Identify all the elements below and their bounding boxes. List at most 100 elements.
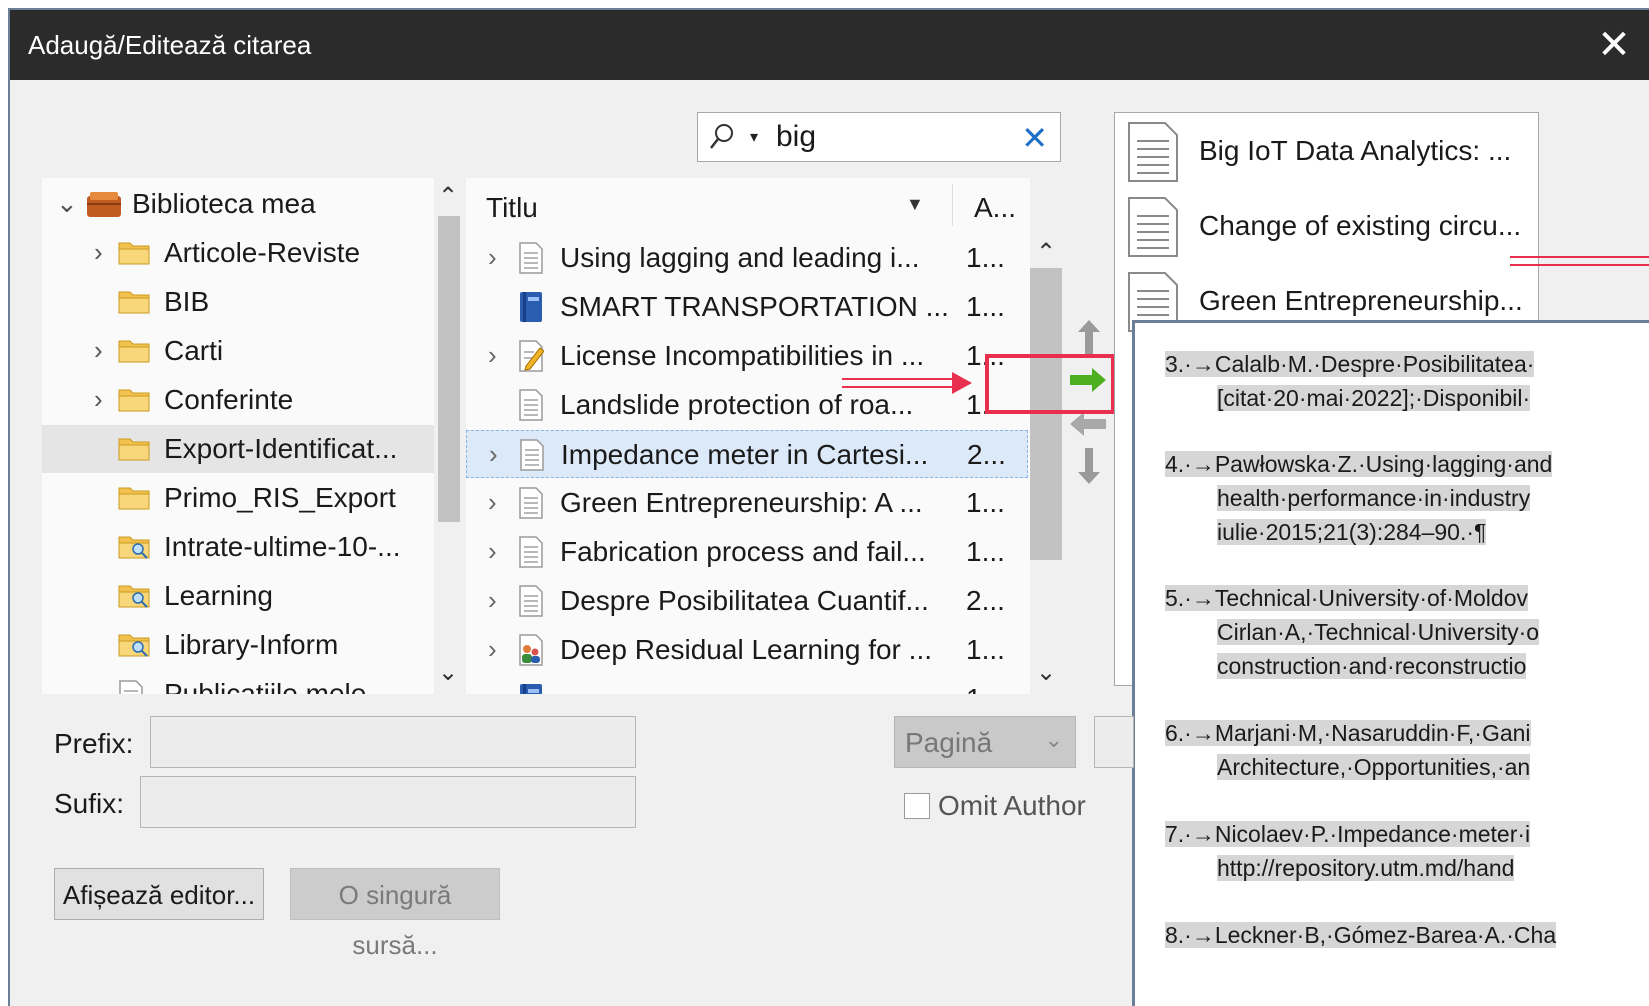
page-type-select[interactable]: Pagină ⌄ xyxy=(894,716,1076,768)
tree-item-label: Primo_RIS_Export xyxy=(164,482,396,513)
scroll-down-icon[interactable]: ⌄ xyxy=(1036,658,1056,687)
reference-line: [citat·20·mai·2022];·Disponibil· xyxy=(1165,381,1649,415)
clear-search-icon[interactable]: ✕ xyxy=(1021,119,1048,157)
list-item[interactable]: › 1... xyxy=(466,675,1028,694)
tree-item[interactable]: › Articole-Reviste xyxy=(42,229,434,277)
folder-icon xyxy=(118,239,150,265)
list-item-author: 1... xyxy=(966,536,1005,567)
document-icon xyxy=(118,680,150,694)
folder-icon xyxy=(118,386,150,412)
selected-citation-title: Change of existing circu... xyxy=(1199,210,1522,241)
list-item[interactable]: › Green Entrepreneurship: A ... 1... xyxy=(466,479,1028,527)
list-item[interactable]: › Fabrication process and fail... 1... xyxy=(466,528,1028,576)
tree-item[interactable]: ⌄ Biblioteca mea xyxy=(42,180,434,228)
list-item[interactable]: › Impedance meter in Cartesi... 2... xyxy=(466,430,1028,478)
reference-text: 6.·→Marjani·M,·Nasaruddin·F,·Gani xyxy=(1165,720,1531,746)
scroll-up-icon[interactable]: ⌃ xyxy=(438,182,458,211)
reference-line: 3.·→Calalb·M.·Despre·Posibilitatea· xyxy=(1165,347,1649,381)
tree-item-label: Carti xyxy=(164,335,224,366)
reference-entry: 5.·→Technical·University·of·Moldov Cirlan… xyxy=(1165,581,1649,683)
scroll-down-icon[interactable]: ⌄ xyxy=(438,658,458,687)
tree-item-label: Articole-Reviste xyxy=(164,237,361,268)
list-item[interactable]: › Using lagging and leading i... 1... xyxy=(466,234,1028,282)
list-item[interactable]: › Despre Posibilitatea Cuantif... 2... xyxy=(466,577,1028,625)
sort-dropdown-icon[interactable]: ▼ xyxy=(906,194,924,215)
chevron-right-icon[interactable]: › xyxy=(488,634,497,665)
chevron-right-icon[interactable]: › xyxy=(488,487,497,518)
chevron-right-icon[interactable]: › xyxy=(488,683,497,694)
show-editor-button[interactable]: Afișează editor... xyxy=(54,868,264,920)
remove-citation-button[interactable] xyxy=(1068,410,1108,438)
tree-item[interactable]: Intrate-ultime-10-... xyxy=(42,523,434,571)
chevron-right-icon[interactable]: › xyxy=(488,242,497,273)
chevron-down-icon: ⌄ xyxy=(1044,727,1063,752)
reference-text: health·performance·in·industry xyxy=(1217,485,1531,511)
reference-line: 8.·→Leckner·B,·Gómez-Barea·A.·Cha xyxy=(1165,918,1649,952)
move-up-button[interactable] xyxy=(1076,318,1102,358)
selected-citation-item[interactable]: Change of existing circu... xyxy=(1115,190,1538,264)
list-item-title: Using lagging and leading i... xyxy=(560,242,920,273)
omit-author-label[interactable]: Omit Author xyxy=(938,790,1086,822)
document-icon xyxy=(518,487,544,519)
list-item-title: Impedance meter in Cartesi... xyxy=(561,439,929,470)
tree-item[interactable]: Learning xyxy=(42,572,434,620)
document-icon xyxy=(518,585,544,617)
chevron-right-icon[interactable]: › xyxy=(94,384,103,415)
search-options-dropdown[interactable]: ▾ xyxy=(750,127,758,147)
reference-text: 7.·→Nicolaev·P.·Impedance·meter·i xyxy=(1165,821,1531,847)
scroll-up-icon[interactable]: ⌃ xyxy=(1036,238,1056,267)
omit-author-checkbox[interactable] xyxy=(904,793,930,819)
page-number-input[interactable] xyxy=(1094,716,1134,768)
search-input[interactable] xyxy=(776,119,1006,155)
reference-entry: 6.·→Marjani·M,·Nasaruddin·F,·Gani Archite… xyxy=(1165,716,1649,784)
tree-scrollbar[interactable]: ⌃ ⌄ xyxy=(434,178,464,694)
list-item[interactable]: SMART TRANSPORTATION ... 1... xyxy=(466,283,1028,331)
selected-citation-item[interactable]: Big IoT Data Analytics: ... xyxy=(1115,115,1538,189)
annotation-highlight-box xyxy=(985,354,1115,414)
chevron-down-icon[interactable]: ⌄ xyxy=(56,188,78,219)
folder-icon xyxy=(118,288,150,314)
tree-item[interactable]: Library-Inform xyxy=(42,621,434,669)
column-header-author[interactable]: A... xyxy=(974,192,1016,224)
title-bar: Adaugă/Editează citarea ✕ xyxy=(10,10,1649,80)
reference-entry: 7.·→Nicolaev·P.·Impedance·meter·i http://… xyxy=(1165,817,1649,885)
document-icon xyxy=(1125,196,1181,258)
chevron-right-icon[interactable]: › xyxy=(488,585,497,616)
list-item-author: 1... xyxy=(966,487,1005,518)
list-item-title: SMART TRANSPORTATION ... xyxy=(560,291,949,322)
chevron-right-icon[interactable]: › xyxy=(94,335,103,366)
prefix-input[interactable] xyxy=(150,716,636,768)
tree-item[interactable]: › Carti xyxy=(42,327,434,375)
list-item[interactable]: › Deep Residual Learning for ... 1... xyxy=(466,626,1028,674)
scrollbar-thumb[interactable] xyxy=(1030,268,1062,560)
single-source-button[interactable]: O singură sursă... xyxy=(290,868,500,960)
column-header-title[interactable]: Titlu xyxy=(486,192,538,224)
tree-item[interactable]: › Conferinte xyxy=(42,376,434,424)
people-document-icon xyxy=(518,634,544,666)
scrollbar-thumb[interactable] xyxy=(438,216,460,522)
reference-line: 5.·→Technical·University·of·Moldov xyxy=(1165,581,1649,615)
library-tree: ⌄ Biblioteca mea › Articole-Reviste BIB › Cart… xyxy=(42,178,434,694)
reference-text: 8.·→Leckner·B,·Gómez-Barea·A.·Cha xyxy=(1165,922,1557,948)
folder-icon xyxy=(118,337,150,363)
suffix-input[interactable] xyxy=(140,776,636,828)
tree-item[interactable]: BIB xyxy=(42,278,434,326)
chevron-right-icon[interactable]: › xyxy=(489,439,498,470)
column-separator[interactable] xyxy=(952,184,953,226)
chevron-right-icon[interactable]: › xyxy=(94,237,103,268)
list-scrollbar[interactable]: ⌃ ⌄ xyxy=(1030,232,1062,694)
tree-item[interactable]: Export-Identificat... xyxy=(42,425,434,473)
reference-text: 5.·→Technical·University·of·Moldov xyxy=(1165,585,1528,611)
chevron-right-icon[interactable]: › xyxy=(488,340,497,371)
reference-text: http://repository.utm.md/hand xyxy=(1217,855,1515,881)
tree-item[interactable]: Publicatiile mele xyxy=(42,670,434,694)
move-down-button[interactable] xyxy=(1076,446,1102,486)
tree-item[interactable]: Primo_RIS_Export xyxy=(42,474,434,522)
chevron-right-icon[interactable]: › xyxy=(488,536,497,567)
document-icon xyxy=(1125,121,1181,183)
close-icon[interactable]: ✕ xyxy=(1579,10,1649,80)
tree-item-label: BIB xyxy=(164,286,210,317)
search-icon[interactable] xyxy=(708,121,736,155)
reference-line: Cirlan·A,·Technical·University·o xyxy=(1165,615,1649,649)
tree-item-label: Publicatiile mele xyxy=(164,678,367,694)
